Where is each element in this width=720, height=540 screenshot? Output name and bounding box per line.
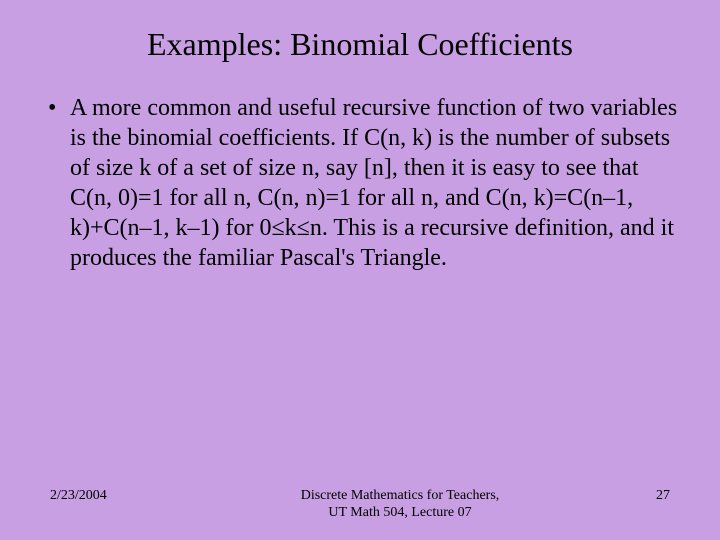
slide-title: Examples: Binomial Coefficients xyxy=(40,26,680,63)
footer-center-line2: UT Math 504, Lecture 07 xyxy=(190,505,610,522)
slide-body: • A more common and useful recursive fun… xyxy=(40,93,680,273)
footer-page-number: 27 xyxy=(610,488,670,504)
slide: Examples: Binomial Coefficients • A more… xyxy=(0,0,720,540)
slide-footer: 2/23/2004 Discrete Mathematics for Teach… xyxy=(0,488,720,522)
bullet-item: • A more common and useful recursive fun… xyxy=(48,93,680,273)
bullet-dot-icon: • xyxy=(48,93,70,123)
footer-center-line1: Discrete Mathematics for Teachers, xyxy=(190,488,610,505)
footer-date: 2/23/2004 xyxy=(50,488,190,504)
bullet-text: A more common and useful recursive funct… xyxy=(70,93,680,273)
footer-center: Discrete Mathematics for Teachers, UT Ma… xyxy=(190,488,610,522)
